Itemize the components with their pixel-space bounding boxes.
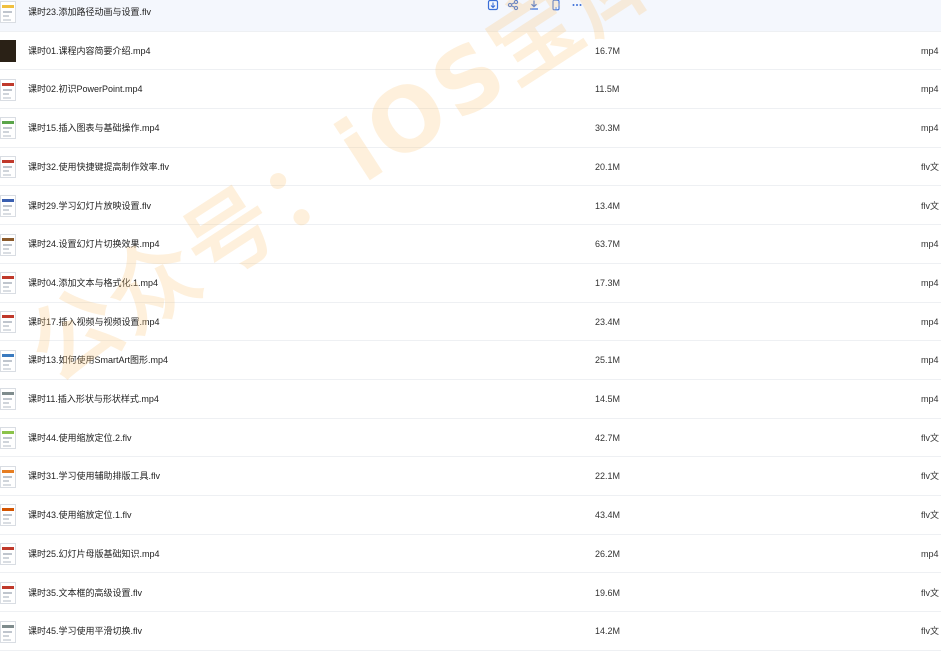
download-icon[interactable]: [528, 0, 540, 10]
file-size: 14.2M: [595, 626, 621, 637]
file-row[interactable]: 课时32.使用快捷键提高制作效率.flv 20.1M flv文: [0, 148, 941, 187]
file-type: flv文: [921, 510, 940, 521]
file-type: mp4: [921, 84, 939, 95]
file-row[interactable]: 课时45.学习使用平滑切换.flv 14.2M flv文: [0, 612, 941, 651]
file-size: 19.6M: [595, 587, 621, 598]
file-type: mp4: [921, 45, 939, 56]
file-thumbnail: [0, 1, 16, 24]
file-name[interactable]: 课时44.使用缩放定位.2.flv: [28, 419, 132, 457]
file-thumbnail: [0, 543, 16, 566]
file-type: mp4: [921, 548, 939, 559]
file-size: 42.7M: [595, 432, 621, 443]
file-thumbnail: [0, 349, 16, 372]
file-type: flv文: [921, 200, 940, 211]
file-thumbnail: [0, 194, 16, 217]
file-row[interactable]: 课时43.使用缩放定位.1.flv 43.4M flv文: [0, 496, 941, 535]
file-size: 14.5M: [595, 394, 621, 404]
file-size: 17.3M: [595, 277, 621, 288]
save-to-drive-icon[interactable]: [487, 0, 499, 11]
file-thumbnail: [0, 40, 16, 63]
file-name[interactable]: 课时32.使用快捷键提高制作效率.flv: [28, 148, 169, 186]
file-name[interactable]: 课时13.如何使用SmartArt图形.mp4: [28, 341, 168, 379]
file-row[interactable]: 课时35.文本框的高级设置.flv 19.6M flv文: [0, 574, 941, 613]
file-size: 25.1M: [595, 355, 621, 366]
file-type: flv文: [921, 432, 940, 443]
file-name[interactable]: 课时29.学习幻灯片放映设置.flv: [28, 187, 151, 225]
file-type: mp4: [921, 355, 939, 366]
file-row[interactable]: 课时13.如何使用SmartArt图形.mp4 25.1M mp4: [0, 341, 941, 380]
file-row[interactable]: 课时29.学习幻灯片放映设置.flv 13.4M flv文: [0, 187, 941, 226]
file-name[interactable]: 课时04.添加文本与格式化.1.mp4: [28, 264, 158, 302]
file-size: 63.7M: [595, 239, 621, 250]
file-thumbnail: [0, 233, 16, 256]
file-row[interactable]: 课时31.学习使用辅助排版工具.flv 22.1M flv文: [0, 457, 941, 497]
file-thumbnail: [0, 465, 16, 488]
file-size: 23.4M: [595, 316, 621, 327]
file-size: 20.1M: [595, 161, 621, 172]
file-type: flv文: [921, 626, 940, 637]
file-size: 13.4M: [595, 200, 621, 211]
share-icon[interactable]: [507, 0, 519, 11]
file-size: 30.3M: [595, 123, 621, 134]
file-list: 课时23.添加路径动画与设置.flv 课时01.课程内容简要介绍.mp4 16.7M…: [0, 0, 941, 651]
file-type: flv文: [921, 471, 940, 482]
file-thumbnail: [0, 78, 16, 101]
file-thumbnail: [0, 620, 16, 643]
file-name[interactable]: 课时24.设置幻灯片切换效果.mp4: [28, 225, 160, 263]
file-thumbnail: [0, 272, 16, 295]
file-name[interactable]: 课时23.添加路径动画与设置.flv: [28, 0, 151, 31]
file-name[interactable]: 课时11.插入形状与形状样式.mp4: [28, 380, 159, 418]
file-name[interactable]: 课时35.文本框的高级设置.flv: [28, 574, 142, 612]
file-thumbnail: [0, 504, 16, 527]
file-row[interactable]: 课时04.添加文本与格式化.1.mp4 17.3M mp4: [0, 264, 941, 303]
file-row[interactable]: 课时01.课程内容简要介绍.mp4 16.7M mp4: [0, 32, 941, 71]
file-name[interactable]: 课时17.插入视频与视频设置.mp4: [28, 303, 160, 341]
more-icon[interactable]: [571, 0, 583, 10]
file-name[interactable]: 课时02.初识PowerPoint.mp4: [28, 70, 143, 108]
file-size: 16.7M: [595, 45, 621, 56]
file-thumbnail: [0, 156, 16, 179]
file-type: flv文: [921, 161, 940, 172]
file-name[interactable]: 课时43.使用缩放定位.1.flv: [28, 496, 132, 534]
file-thumbnail: [0, 427, 16, 450]
file-type: mp4: [921, 277, 939, 288]
file-thumbnail: [0, 117, 16, 140]
file-row[interactable]: 课时24.设置幻灯片切换效果.mp4 63.7M mp4: [0, 225, 941, 264]
file-name[interactable]: 课时15.插入图表与基础操作.mp4: [28, 109, 160, 147]
file-row[interactable]: 课时02.初识PowerPoint.mp4 11.5M mp4: [0, 70, 941, 110]
file-name[interactable]: 课时45.学习使用平滑切换.flv: [28, 612, 142, 650]
file-row[interactable]: 课时17.插入视频与视频设置.mp4 23.4M mp4: [0, 303, 941, 342]
file-type: mp4: [921, 123, 939, 134]
file-type: mp4: [921, 239, 939, 250]
file-row[interactable]: 课时11.插入形状与形状样式.mp4 14.5M mp4: [0, 380, 941, 419]
file-thumbnail: [0, 388, 16, 411]
file-type: mp4: [921, 316, 939, 327]
file-row[interactable]: 课时15.插入图表与基础操作.mp4 30.3M mp4: [0, 109, 941, 148]
phone-icon[interactable]: [550, 0, 562, 11]
file-name[interactable]: 课时25.幻灯片母版基础知识.mp4: [28, 535, 160, 573]
file-name[interactable]: 课时31.学习使用辅助排版工具.flv: [28, 457, 160, 495]
file-row[interactable]: 课时44.使用缩放定位.2.flv 42.7M flv文: [0, 419, 941, 458]
file-size: 43.4M: [595, 510, 621, 521]
file-row[interactable]: 课时25.幻灯片母版基础知识.mp4 26.2M mp4: [0, 535, 941, 574]
file-size: 22.1M: [595, 471, 621, 482]
file-size: 26.2M: [595, 548, 621, 559]
file-type: mp4: [921, 394, 939, 404]
file-thumbnail: [0, 310, 16, 333]
file-thumbnail: [0, 581, 16, 604]
file-row[interactable]: 课时23.添加路径动画与设置.flv: [0, 0, 941, 32]
file-type: flv文: [921, 587, 940, 598]
file-name[interactable]: 课时01.课程内容简要介绍.mp4: [28, 32, 151, 70]
file-size: 11.5M: [595, 84, 620, 95]
